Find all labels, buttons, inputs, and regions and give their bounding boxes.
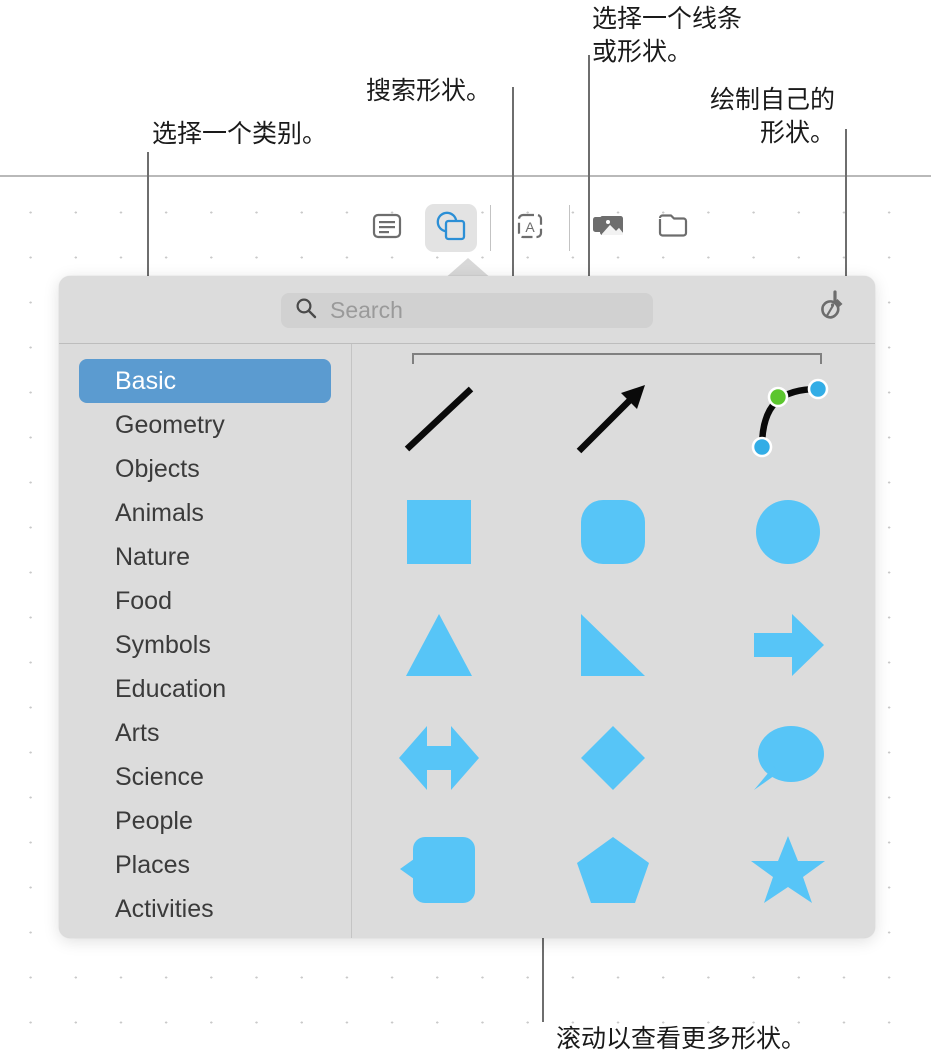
file-tool-button[interactable]: [647, 204, 699, 252]
sidebar-item-objects[interactable]: Objects: [79, 447, 331, 491]
shape-callout-box[interactable]: [352, 814, 526, 927]
shapes-region-bracket: [412, 353, 822, 364]
sidebar-item-basic[interactable]: Basic: [79, 359, 331, 403]
draw-shape-button[interactable]: [811, 288, 855, 332]
pen-icon: [813, 288, 853, 333]
document-toolbar: A: [355, 198, 730, 258]
shape-curved-connector[interactable]: [701, 362, 875, 475]
shape-line[interactable]: [352, 362, 526, 475]
sidebar-item-activities[interactable]: Activities: [79, 887, 331, 931]
shape-right-triangle[interactable]: [526, 588, 700, 701]
sidebar-item-people[interactable]: People: [79, 799, 331, 843]
annotation-pick-shape: 选择一个线条 或形状。: [592, 4, 743, 66]
category-sidebar: Basic Geometry Objects Animals Nature Fo…: [59, 344, 352, 938]
sidebar-item-animals[interactable]: Animals: [79, 491, 331, 535]
text-box-icon: [372, 212, 402, 245]
annotation-category: 选择一个类别。: [152, 119, 328, 148]
folder-icon: [657, 212, 689, 244]
media-tool-button[interactable]: [583, 204, 635, 252]
shape-circle[interactable]: [701, 475, 875, 588]
photos-icon: [592, 212, 626, 245]
popover-header: Search: [59, 276, 875, 344]
sidebar-item-arts[interactable]: Arts: [79, 711, 331, 755]
shape-diamond[interactable]: [526, 701, 700, 814]
annotation-draw-own: 绘制自己的 形状。: [709, 85, 835, 147]
shape-row-5: [352, 814, 875, 927]
sidebar-item-nature[interactable]: Nature: [79, 535, 331, 579]
shape-rounded-rectangle[interactable]: [526, 475, 700, 588]
shape-arrow[interactable]: [526, 362, 700, 475]
search-input[interactable]: Search: [281, 293, 653, 328]
search-icon: [295, 297, 317, 324]
shape-square[interactable]: [352, 475, 526, 588]
svg-text:A: A: [525, 219, 535, 235]
sidebar-item-science[interactable]: Science: [79, 755, 331, 799]
shapes-popover: Search Basic Geometry Objects Animals Na…: [59, 276, 875, 938]
text-box-tool-button[interactable]: A: [504, 204, 556, 252]
shape-pentagon[interactable]: [526, 814, 700, 927]
sidebar-item-food[interactable]: Food: [79, 579, 331, 623]
shape-right-arrow[interactable]: [701, 588, 875, 701]
text-tool-button[interactable]: [361, 204, 413, 252]
sidebar-item-places[interactable]: Places: [79, 843, 331, 887]
shape-row-4: [352, 701, 875, 814]
toolbar-separator-2: [569, 205, 570, 251]
shape-star[interactable]: [701, 814, 875, 927]
screenshot-root: 选择一个类别。 搜索形状。 选择一个线条 或形状。 绘制自己的 形状。 滚动以查…: [0, 0, 931, 1061]
toolbar-separator-1: [490, 205, 491, 251]
a-in-box-icon: A: [514, 213, 546, 244]
shape-row-1: [352, 362, 875, 475]
shape-double-arrow[interactable]: [352, 701, 526, 814]
shape-triangle[interactable]: [352, 588, 526, 701]
shapes-grid: [352, 344, 875, 938]
leader-search: [512, 87, 514, 291]
annotation-baseline: [0, 175, 931, 177]
shape-speech-bubble[interactable]: [701, 701, 875, 814]
search-placeholder: Search: [330, 297, 403, 323]
shape-row-3: [352, 588, 875, 701]
sidebar-item-symbols[interactable]: Symbols: [79, 623, 331, 667]
popover-body: Basic Geometry Objects Animals Nature Fo…: [59, 344, 875, 938]
shapes-icon: [434, 210, 468, 247]
leader-draw-own: [845, 129, 847, 295]
annotation-search: 搜索形状。: [366, 76, 492, 105]
shape-row-2: [352, 475, 875, 588]
sidebar-item-geometry[interactable]: Geometry: [79, 403, 331, 447]
shape-tool-button[interactable]: [425, 204, 477, 252]
annotation-scroll: 滚动以查看更多形状。: [556, 1024, 807, 1053]
sidebar-item-education[interactable]: Education: [79, 667, 331, 711]
